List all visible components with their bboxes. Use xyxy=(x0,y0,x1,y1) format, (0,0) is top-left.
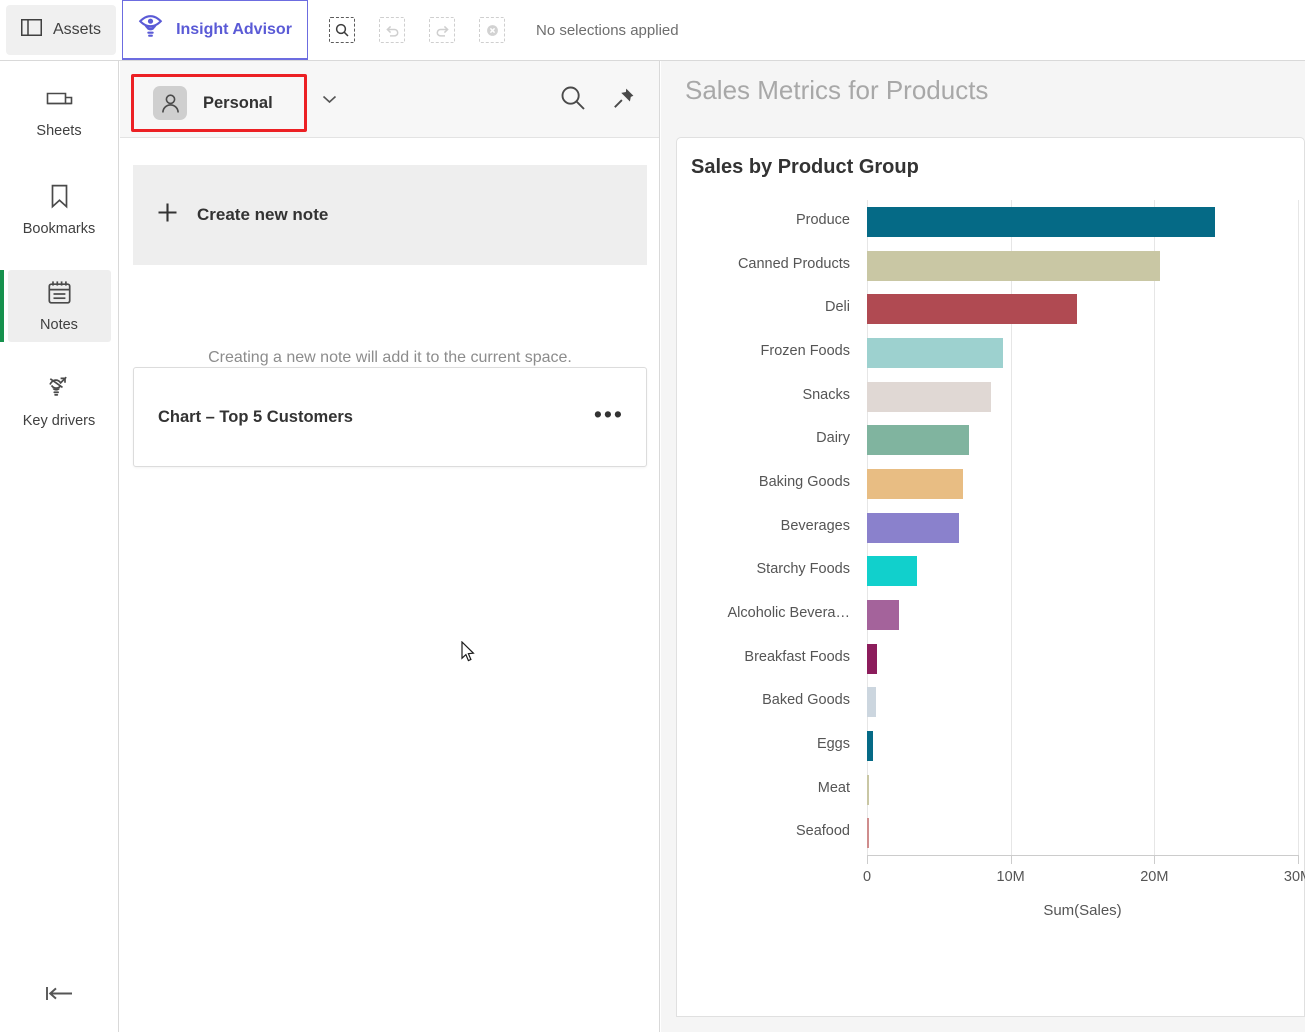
sidebar-item-label: Sheets xyxy=(36,123,82,139)
chart-x-tick-label: 10M xyxy=(996,869,1025,885)
space-selector[interactable]: Personal xyxy=(131,74,307,132)
pin-notes-button[interactable] xyxy=(613,87,635,109)
bookmark-icon xyxy=(50,184,69,214)
avatar xyxy=(153,86,187,120)
chart-category-label[interactable]: Baked Goods xyxy=(670,692,850,708)
chart-x-tick xyxy=(867,855,868,864)
chart-title: Sales by Product Group xyxy=(691,156,919,178)
chart-bar[interactable] xyxy=(867,556,918,587)
assets-button[interactable]: Assets xyxy=(6,5,116,55)
sidebar-item-notes[interactable]: Notes xyxy=(0,270,111,342)
sidebar-item-sheets[interactable]: Sheets xyxy=(8,78,111,150)
chart-bar[interactable] xyxy=(867,381,991,412)
search-icon xyxy=(561,86,585,110)
sidebar-item-key-drivers[interactable]: Key drivers xyxy=(8,366,111,438)
chart-gridline xyxy=(1154,200,1156,855)
top-toolbar: Assets Insight Advisor No selections app… xyxy=(0,0,1305,61)
clear-selections-button[interactable] xyxy=(479,17,505,43)
chart-bar[interactable] xyxy=(867,818,869,849)
chart-bar[interactable] xyxy=(867,687,877,718)
selections-search-button[interactable] xyxy=(329,17,355,43)
clear-icon xyxy=(486,24,498,36)
chart-category-label[interactable]: Baking Goods xyxy=(670,474,850,490)
chart-category-label[interactable]: Snacks xyxy=(670,387,850,403)
chart-bar[interactable] xyxy=(867,250,1161,281)
chart-bar[interactable] xyxy=(867,206,1215,237)
step-back-button[interactable] xyxy=(379,17,405,43)
key-drivers-icon xyxy=(46,375,73,406)
plus-icon xyxy=(157,202,178,228)
notes-icon xyxy=(47,280,72,310)
search-icon xyxy=(335,23,349,37)
chart-x-tick xyxy=(1154,855,1156,864)
sidebar-item-label: Notes xyxy=(40,316,78,333)
bar-chart-plot[interactable]: Produce Canned Products Deli Frozen Foods Sn… xyxy=(677,200,1305,1000)
notes-hint-text: Creating a new note will add it to the c… xyxy=(208,349,572,366)
chart-area: Sales Metrics for Products Sales by Prod… xyxy=(661,61,1305,1032)
chart-card[interactable]: Sales by Product Group Produce Canned Pro… xyxy=(676,137,1305,1017)
chart-category-label[interactable]: Eggs xyxy=(670,736,850,752)
chart-bar[interactable] xyxy=(867,425,969,456)
notes-panel-header: Personal xyxy=(120,61,659,138)
chart-x-axis-title: Sum(Sales) xyxy=(1043,902,1122,919)
sidebar-item-bookmarks[interactable]: Bookmarks xyxy=(8,174,111,246)
chart-category-label[interactable]: Starchy Foods xyxy=(670,561,851,577)
chart-category-label[interactable]: Dairy xyxy=(670,430,850,446)
chart-category-label[interactable]: Meat xyxy=(670,780,850,796)
page-title: Sales Metrics for Products xyxy=(685,75,989,105)
chart-bar[interactable] xyxy=(867,643,878,674)
space-name-label: Personal xyxy=(203,93,273,112)
chart-bar[interactable] xyxy=(867,294,1077,325)
chart-bar[interactable] xyxy=(867,512,959,543)
redo-icon xyxy=(436,25,449,37)
notes-panel: Personal Create new note Creating a new … xyxy=(120,61,660,1032)
undo-icon xyxy=(385,25,398,37)
chart-category-label[interactable]: Breakfast Foods xyxy=(670,649,850,665)
chart-bar[interactable] xyxy=(867,337,1004,368)
sheets-icon xyxy=(46,89,73,116)
step-forward-button[interactable] xyxy=(429,17,455,43)
panel-icon xyxy=(20,19,42,41)
chevron-down-icon[interactable] xyxy=(322,91,337,109)
selection-toolbar: No selections applied xyxy=(308,0,679,60)
left-navigation-rail: Sheets Bookmarks Notes Key drivers xyxy=(0,61,119,1032)
notes-header-actions xyxy=(560,85,635,111)
sidebar-item-label: Key drivers xyxy=(22,413,96,429)
chart-category-label[interactable]: Seafood xyxy=(670,823,850,839)
chart-category-label[interactable]: Frozen Foods xyxy=(670,343,850,359)
note-title: Chart – Top 5 Customers xyxy=(158,407,353,426)
chart-bar[interactable] xyxy=(867,730,874,761)
create-new-note-label: Create new note xyxy=(197,205,329,224)
insight-advisor-icon xyxy=(138,14,163,45)
chart-category-label[interactable]: Alcoholic Bevera… xyxy=(670,605,851,621)
chart-category-label[interactable]: Canned Products xyxy=(670,256,850,272)
insight-advisor-tab-label: Insight Advisor xyxy=(176,20,292,38)
create-new-note-button[interactable]: Create new note xyxy=(133,165,647,265)
selection-status-text: No selections applied xyxy=(536,21,679,39)
chart-x-tick xyxy=(1010,855,1012,864)
assets-button-label: Assets xyxy=(52,21,101,38)
sidebar-item-label: Bookmarks xyxy=(22,220,96,237)
tab-insight-advisor[interactable]: Insight Advisor xyxy=(122,0,308,60)
chart-bar[interactable] xyxy=(867,599,899,630)
chart-x-tick-label: 20M xyxy=(1140,869,1169,885)
chart-category-label[interactable]: Produce xyxy=(670,212,850,228)
person-icon xyxy=(161,93,179,113)
collapse-panel-button[interactable] xyxy=(0,976,119,1016)
chart-x-tick xyxy=(1298,855,1299,864)
chart-gridline xyxy=(1298,200,1299,855)
collapse-left-icon xyxy=(45,985,75,1007)
chart-x-tick-label: 30M xyxy=(1283,869,1305,885)
notes-search-button[interactable] xyxy=(560,85,586,111)
more-options-icon[interactable]: ••• xyxy=(594,402,624,426)
chart-category-label[interactable]: Beverages xyxy=(670,518,850,534)
list-item[interactable]: Chart – Top 5 Customers ••• xyxy=(133,367,647,467)
chart-x-tick-label: 0 xyxy=(862,869,872,885)
chart-bar[interactable] xyxy=(867,468,964,499)
chart-category-label[interactable]: Deli xyxy=(670,299,850,315)
chart-x-axis-line xyxy=(867,855,1298,856)
chart-bar[interactable] xyxy=(867,774,869,805)
pin-icon xyxy=(614,88,634,108)
